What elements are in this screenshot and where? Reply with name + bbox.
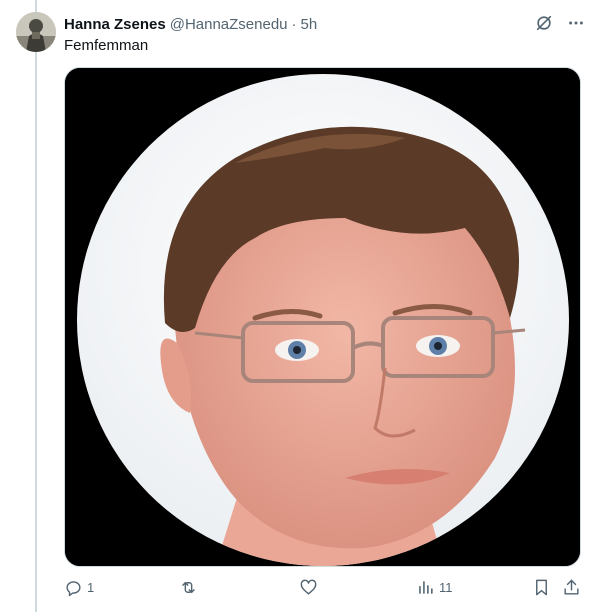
avatar[interactable] (16, 12, 56, 52)
tweet-media[interactable] (64, 67, 581, 567)
retweet-button[interactable] (179, 578, 202, 597)
display-name[interactable]: Hanna Zsenes (64, 16, 166, 33)
tweet-text: Femfemman (64, 37, 149, 54)
user-handle[interactable]: @HannaZsenedu (170, 16, 288, 33)
views-icon (419, 581, 433, 594)
like-icon (300, 579, 317, 595)
share-button[interactable] (562, 578, 581, 597)
more-icon[interactable] (566, 13, 586, 33)
reply-icon (66, 581, 81, 597)
tweet-header: Hanna Zsenes @HannaZsenedu · 5h (64, 13, 586, 35)
avatar-image (16, 12, 56, 52)
bookmark-button[interactable] (532, 578, 551, 597)
reply-button[interactable]: 1 (64, 578, 94, 597)
separator-dot: · (291, 15, 297, 33)
header-actions (534, 13, 586, 33)
share-icon (564, 579, 579, 595)
like-button[interactable] (299, 578, 322, 597)
bookmark-icon (536, 579, 547, 596)
reply-count: 1 (87, 580, 95, 595)
views-button[interactable]: 11 (416, 578, 453, 597)
views-count: 11 (439, 580, 453, 595)
profile-photo (65, 68, 580, 566)
grok-icon[interactable] (534, 13, 554, 33)
timestamp[interactable]: 5h (301, 16, 318, 33)
tweet-actions: 1 11 (64, 578, 584, 602)
retweet-icon (182, 582, 195, 593)
thread-line (35, 0, 37, 612)
